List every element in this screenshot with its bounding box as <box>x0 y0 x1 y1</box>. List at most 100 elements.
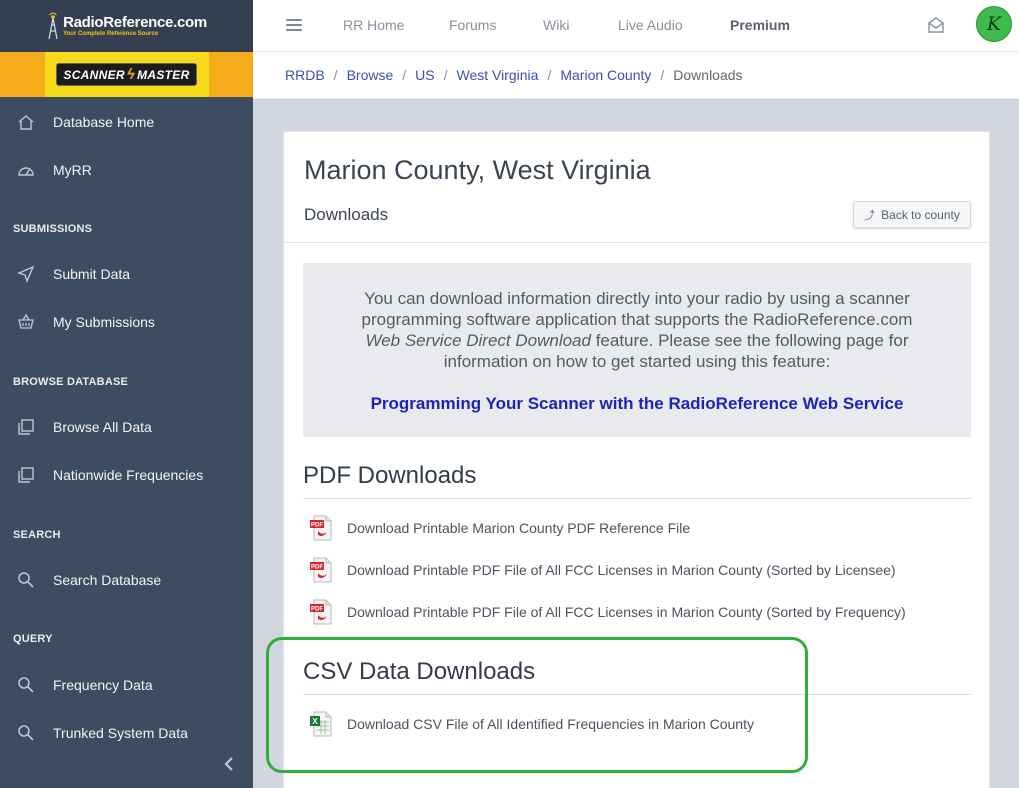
sponsor-inner: SCANNER ϟ MASTER <box>44 52 209 97</box>
envelope-icon[interactable] <box>927 16 945 34</box>
sidebar-item-label: Frequency Data <box>53 677 153 693</box>
page-title: Marion County, West Virginia <box>304 155 651 185</box>
brand-logo[interactable]: RadioReference.com Your Complete Referen… <box>0 0 253 52</box>
breadcrumb-separator: / <box>660 67 665 83</box>
section-submissions: SUBMISSIONS <box>13 223 93 235</box>
breadcrumb-us[interactable]: US <box>415 67 434 83</box>
sidebar-item-label: MyRR <box>53 162 92 178</box>
back-button-label: Back to county <box>881 207 960 222</box>
divider <box>284 242 989 243</box>
info-text-line: Web Service Direct Download feature. Ple… <box>303 330 971 351</box>
breadcrumb-separator: / <box>443 67 448 83</box>
copy-icon <box>16 417 36 437</box>
downloads-card: Marion County, West Virginia Downloads ⤴… <box>283 131 990 788</box>
home-icon <box>16 112 36 132</box>
breadcrumb-marion-county[interactable]: Marion County <box>560 67 651 83</box>
sidebar-item-nationwide-frequencies[interactable]: Nationwide Frequencies <box>0 455 253 495</box>
section-browse-database: BROWSE DATABASE <box>13 376 129 388</box>
breadcrumb-downloads: Downloads <box>673 67 743 83</box>
breadcrumb-browse[interactable]: Browse <box>347 67 394 83</box>
pdf-section-title: PDF Downloads <box>303 462 477 489</box>
sponsor-word-left: SCANNER <box>63 67 125 82</box>
sidebar-item-label: My Submissions <box>53 314 155 330</box>
breadcrumb-separator: / <box>402 67 407 83</box>
svg-text:PDF: PDF <box>311 523 323 529</box>
csv-section-title: CSV Data Downloads <box>303 658 536 685</box>
section-query: QUERY <box>13 633 53 645</box>
top-navbar: RR Home Forums Wiki Live Audio Premium K <box>253 0 1019 52</box>
breadcrumb: RRDB / Browse / US / West Virginia / Mar… <box>253 52 1019 99</box>
spreadsheet-file-icon: X <box>310 711 332 737</box>
svg-text:PDF: PDF <box>311 565 323 571</box>
info-text-line: You can download information directly in… <box>364 289 910 308</box>
section-rule <box>303 498 971 499</box>
breadcrumb-separator: / <box>333 67 338 83</box>
sidebar-item-trunked-system-data[interactable]: Trunked System Data <box>0 713 253 753</box>
radio-tower-icon <box>48 12 58 40</box>
sidebar-item-label: Submit Data <box>53 266 131 282</box>
sidebar-item-submit-data[interactable]: Submit Data <box>0 254 253 294</box>
menu-toggle-icon[interactable] <box>286 17 302 33</box>
csv-download-label: Download CSV File of All Identified Freq… <box>347 716 754 732</box>
pdf-download-row[interactable]: PDF Download Printable PDF File of All F… <box>308 598 906 626</box>
breadcrumb-rrdb[interactable]: RRDB <box>285 67 325 83</box>
chevron-left-icon[interactable] <box>220 752 238 776</box>
page-subtitle: Downloads <box>304 205 389 224</box>
pdf-download-row[interactable]: PDF Download Printable Marion County PDF… <box>308 514 690 542</box>
scanner-master-logo: SCANNER ϟ MASTER <box>56 63 197 86</box>
sponsor-banner[interactable]: SCANNER ϟ MASTER <box>0 52 253 97</box>
send-icon <box>16 264 36 284</box>
sponsor-word-right: MASTER <box>137 67 190 82</box>
pdf-download-row[interactable]: PDF Download Printable PDF File of All F… <box>308 556 896 584</box>
breadcrumb-west-virginia[interactable]: West Virginia <box>456 67 538 83</box>
search-icon <box>16 570 36 590</box>
sidebar-item-database-home[interactable]: Database Home <box>0 102 253 142</box>
nav-wiki[interactable]: Wiki <box>543 17 569 33</box>
pdf-file-icon: PDF <box>310 599 332 625</box>
svg-text:PDF: PDF <box>311 607 323 613</box>
pdf-file-icon: PDF <box>310 557 332 583</box>
sidebar-item-frequency-data[interactable]: Frequency Data <box>0 665 253 705</box>
sidebar: RadioReference.com Your Complete Referen… <box>0 0 253 788</box>
dashboard-icon <box>16 160 36 180</box>
info-text-line: information on how to get started using … <box>443 352 831 371</box>
basket-icon <box>16 312 36 332</box>
sidebar-item-search-database[interactable]: Search Database <box>0 560 253 600</box>
sidebar-item-label: Browse All Data <box>53 419 152 435</box>
section-search: SEARCH <box>13 529 61 541</box>
sidebar-item-label: Database Home <box>53 114 155 130</box>
section-rule <box>303 694 971 695</box>
pdf-download-label: Download Printable PDF File of All FCC L… <box>347 562 896 578</box>
brand-mark: RadioReference.com Your Complete Referen… <box>46 12 207 40</box>
info-box: You can download information directly in… <box>303 263 971 437</box>
pdf-download-label: Download Printable Marion County PDF Ref… <box>347 520 691 536</box>
pdf-file-icon: PDF <box>310 515 332 541</box>
bolt-icon: ϟ <box>126 66 136 83</box>
programming-scanner-link[interactable]: Programming Your Scanner with the RadioR… <box>303 393 971 414</box>
search-icon <box>16 675 36 695</box>
return-arrow-icon: ⤴ <box>864 209 876 222</box>
svg-text:X: X <box>312 717 318 726</box>
nav-rr-home[interactable]: RR Home <box>343 17 404 33</box>
nav-forums[interactable]: Forums <box>449 17 496 33</box>
user-avatar[interactable]: K <box>976 6 1012 42</box>
info-text-rest: feature. Please see the following page f… <box>590 331 909 350</box>
copy-icon <box>16 465 36 485</box>
nav-premium[interactable]: Premium <box>730 17 790 33</box>
sidebar-item-myrr[interactable]: MyRR <box>0 150 253 190</box>
nav-live-audio[interactable]: Live Audio <box>618 17 683 33</box>
sidebar-item-my-submissions[interactable]: My Submissions <box>0 302 253 342</box>
sidebar-item-label: Trunked System Data <box>53 725 188 741</box>
sidebar-item-browse-all-data[interactable]: Browse All Data <box>0 407 253 447</box>
brand-tagline: Your Complete Reference Source <box>63 31 158 37</box>
brand-name: RadioReference.com <box>63 14 207 31</box>
back-to-county-button[interactable]: ⤴ Back to county <box>853 201 971 228</box>
sidebar-item-label: Nationwide Frequencies <box>53 467 204 483</box>
sidebar-item-label: Search Database <box>53 572 162 588</box>
csv-download-row[interactable]: X Download CSV File of All Identified Fr… <box>308 710 754 738</box>
pdf-download-label: Download Printable PDF File of All FCC L… <box>347 604 906 620</box>
search-icon <box>16 723 36 743</box>
info-emphasis: Web Service Direct Download <box>365 331 591 350</box>
breadcrumb-separator: / <box>547 67 552 83</box>
info-text-line: programming software application that su… <box>361 310 913 329</box>
